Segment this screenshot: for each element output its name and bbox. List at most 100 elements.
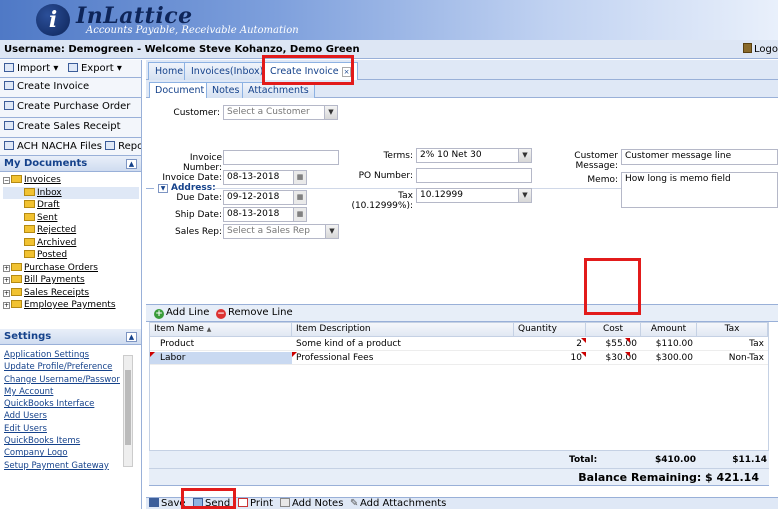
add-attachments-button[interactable]: ✎ Add Attachments (350, 498, 446, 509)
ach-reports-toolbar: ACH NACHA Files Reports (0, 138, 141, 156)
create-sales-receipt-button[interactable]: Create Sales Receipt (0, 118, 141, 138)
settings-link-quickbooks-items[interactable]: QuickBooks Items (4, 435, 120, 447)
expand-icon[interactable]: + (3, 277, 10, 284)
expand-icon[interactable]: + (3, 264, 10, 272)
add-line-button[interactable]: + Add Line (154, 307, 209, 319)
sales-receipt-icon (4, 121, 14, 130)
calendar-icon[interactable]: ▦ (293, 171, 306, 184)
due-date-label: Due Date: (176, 193, 222, 203)
invoice-date-value: 08-13-2018 (227, 172, 280, 182)
subtab-document[interactable]: Document (149, 82, 211, 98)
tab-invoices-inbox[interactable]: Invoices(Inbox) (184, 62, 271, 80)
settings-link-application-settings[interactable]: Application Settings (4, 349, 120, 361)
settings-scrollbar[interactable] (123, 355, 133, 467)
close-tab-icon[interactable]: × (341, 67, 352, 77)
expand-icon[interactable]: + (3, 289, 10, 297)
customer-message-input[interactable]: Customer message line (621, 149, 778, 165)
collapse-up-icon[interactable]: ▲ (126, 159, 137, 169)
scroll-thumb[interactable] (125, 370, 131, 445)
memo-textarea[interactable]: How long is memo field (621, 172, 778, 208)
collapse-address-icon[interactable]: ▼ (158, 184, 168, 193)
settings-link-change-username[interactable]: Change Username/Password (4, 374, 120, 386)
tax-select[interactable]: 10.12999 ▼ (416, 188, 532, 203)
cell-amount: $300.00 (641, 352, 697, 365)
subtab-notes[interactable]: Notes (206, 82, 246, 98)
col-header-cost[interactable]: Cost (586, 323, 641, 337)
tree-sent[interactable]: Sent (3, 212, 139, 225)
cell-item[interactable]: Product (150, 338, 292, 351)
po-number-label: PO Number: (358, 171, 413, 181)
ship-date-input[interactable]: 08-13-2018 ▦ (223, 207, 307, 222)
chevron-down-icon[interactable]: ▼ (324, 106, 337, 119)
logout-link[interactable]: Logo (743, 43, 778, 55)
po-number-input[interactable] (416, 168, 532, 183)
cell-cost[interactable]: $55.00 (586, 338, 641, 351)
settings-link-my-account[interactable]: My Account (4, 386, 120, 398)
create-invoice-button[interactable]: Create Invoice (0, 78, 141, 98)
sales-rep-placeholder: Select a Sales Rep (227, 226, 310, 236)
col-header-amount[interactable]: Amount (641, 323, 697, 337)
settings-link-update-profile[interactable]: Update Profile/Preference (4, 361, 120, 373)
terms-select[interactable]: 2% 10 Net 30 ▼ (416, 148, 532, 163)
tree-sales-receipts[interactable]: + Sales Receipts (3, 287, 139, 300)
cell-item[interactable]: Labor (150, 352, 292, 365)
settings-link-company-logo[interactable]: Company Logo (4, 447, 120, 459)
cell-tax[interactable]: Tax (697, 338, 768, 351)
subtab-attachments[interactable]: Attachments (242, 82, 315, 98)
export-button[interactable]: Export ▾ (67, 63, 122, 74)
tab-create-invoice[interactable]: Create Invoice × (263, 62, 359, 81)
settings-link-edit-users[interactable]: Edit Users (4, 423, 120, 435)
cell-tax[interactable]: Non-Tax (697, 352, 768, 365)
tree-invoices[interactable]: − Invoices (3, 174, 139, 187)
folder-icon (11, 287, 22, 296)
ach-icon (4, 141, 14, 150)
cell-quantity[interactable]: 2 (514, 338, 586, 351)
cell-quantity[interactable]: 10 (514, 352, 586, 365)
tree-archived[interactable]: Archived (3, 237, 139, 250)
invoice-number-input[interactable] (223, 150, 339, 165)
chevron-down-icon[interactable]: ▼ (518, 149, 531, 162)
calendar-icon[interactable]: ▦ (293, 208, 306, 221)
tax-value: 10.12999 (420, 190, 463, 200)
print-button[interactable]: Print (238, 498, 273, 509)
save-button[interactable]: Save (149, 498, 186, 509)
tree-rejected[interactable]: Rejected (3, 224, 139, 237)
customer-label: Customer: (173, 108, 220, 118)
chevron-down-icon[interactable]: ▼ (518, 189, 531, 202)
tree-draft[interactable]: Draft (3, 199, 139, 212)
collapse-icon[interactable]: − (3, 177, 10, 184)
sales-rep-select[interactable]: Select a Sales Rep ▼ (223, 224, 339, 239)
reports-button[interactable]: Reports (105, 141, 141, 152)
col-header-tax[interactable]: Tax (697, 323, 768, 337)
collapse-up-icon[interactable]: ▲ (126, 332, 137, 342)
settings-link-quickbooks-interface[interactable]: QuickBooks Interface (4, 398, 120, 410)
cell-cost[interactable]: $30.00 (586, 352, 641, 365)
col-header-quantity[interactable]: Quantity (514, 323, 586, 337)
tree-purchase-orders[interactable]: + Purchase Orders (3, 262, 139, 275)
send-button[interactable]: Send (193, 498, 230, 509)
tree-inbox[interactable]: Inbox (3, 186, 139, 199)
due-date-input[interactable]: 09-12-2018 ▦ (223, 190, 307, 205)
remove-line-button[interactable]: − Remove Line (216, 307, 293, 319)
total-tax: $11.14 (732, 455, 767, 465)
tree-posted[interactable]: Posted (3, 249, 139, 262)
settings-link-payment-gateway[interactable]: Setup Payment Gateway (4, 460, 120, 472)
invoice-date-input[interactable]: 08-13-2018 ▦ (223, 170, 307, 185)
tree-employee-payments[interactable]: + Employee Payments (3, 299, 139, 312)
cell-description[interactable]: Some kind of a product (292, 338, 514, 351)
ship-date-label: Ship Date: (174, 210, 222, 220)
expand-icon[interactable]: + (3, 302, 10, 309)
add-notes-button[interactable]: Add Notes (280, 498, 343, 509)
import-button[interactable]: Import ▾ (4, 63, 58, 74)
create-purchase-order-button[interactable]: Create Purchase Order (0, 98, 141, 118)
col-header-description[interactable]: Item Description (292, 323, 514, 337)
ach-nacha-button[interactable]: ACH NACHA Files (4, 141, 102, 152)
customer-select[interactable]: Select a Customer ▼ (223, 105, 338, 120)
calendar-icon[interactable]: ▦ (293, 191, 306, 204)
chevron-down-icon[interactable]: ▼ (325, 225, 338, 238)
tree-bill-payments[interactable]: + Bill Payments (3, 274, 139, 287)
cell-description[interactable]: Professional Fees (292, 352, 514, 365)
settings-link-add-users[interactable]: Add Users (4, 410, 120, 422)
col-header-item-name[interactable]: Item Name ▲ (150, 323, 292, 337)
my-documents-header: My Documents ▲ (0, 156, 141, 172)
